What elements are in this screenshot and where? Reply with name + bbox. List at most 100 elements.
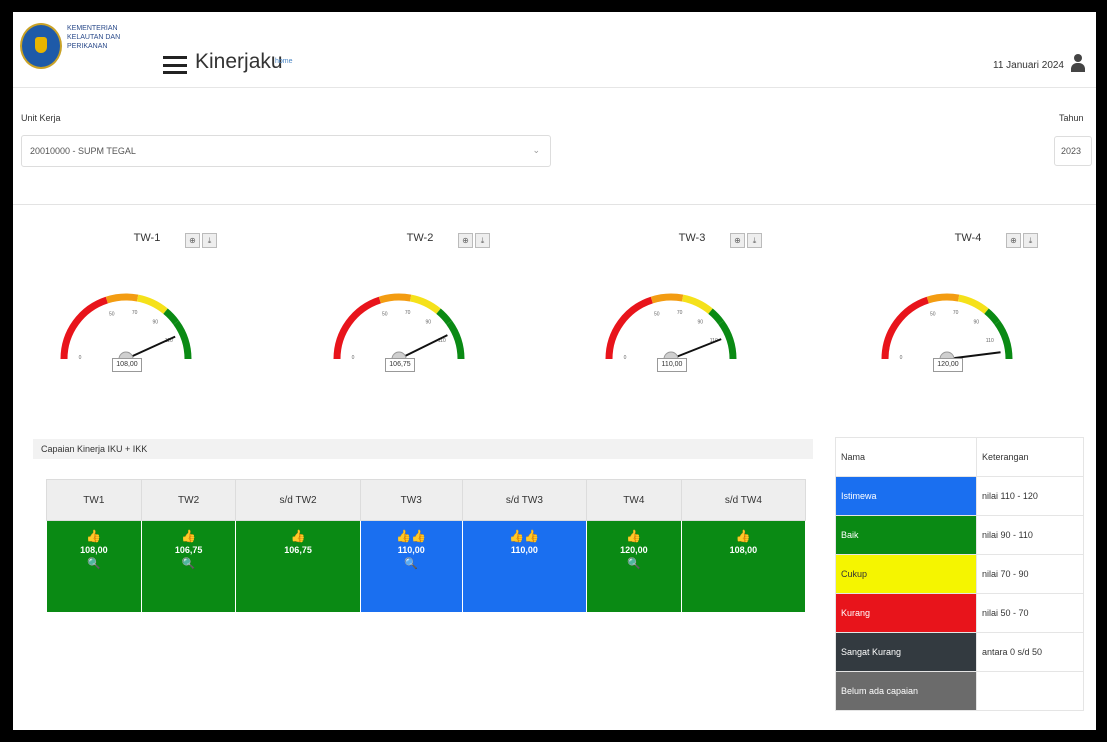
gauge-tools: ⊕ ⤓ (185, 233, 217, 248)
gauge-2: 0 50 70 90 110 TW-2 ⊕ ⤓ 106,75 (286, 227, 516, 397)
performance-cell[interactable]: 👍👍 110,00 🔍 (359, 520, 463, 613)
download-icon[interactable]: ⤓ (747, 233, 762, 248)
download-icon[interactable]: ⤓ (475, 233, 490, 248)
performance-cell[interactable]: 👍 108,00 (680, 520, 807, 613)
gauge-band-1 (378, 293, 412, 304)
cell-value: 108,00 (729, 545, 758, 555)
performance-cell[interactable]: 👍 106,75 🔍 (140, 520, 237, 613)
gauge-4: 0 50 70 90 110 TW-4 ⊕ ⤓ 120,00 (834, 227, 1064, 397)
gauge-tick-label: 50 (382, 311, 388, 317)
performance-cell[interactable]: 👍 120,00 🔍 (585, 520, 682, 613)
magnifier-icon[interactable]: 🔍 (48, 557, 140, 571)
legend-swatch-label: Belum ada capaian (835, 671, 977, 711)
legend-swatch-label: Istimewa (835, 476, 977, 516)
kkp-logo[interactable] (20, 23, 62, 69)
app-title: Kinerjaku (195, 50, 283, 73)
cell-value: 106,75 (284, 545, 312, 555)
gauge-tick-label: 70 (953, 310, 959, 316)
gauge-band-2 (409, 294, 441, 315)
legend-swatch-label: Baik (835, 515, 977, 555)
cell-value: 110,00 (397, 545, 425, 555)
gauge-tick-label: 90 (698, 320, 704, 326)
legend-row: Kurang nilai 50 - 70 (835, 593, 1084, 633)
gauge-tick-label: 50 (930, 311, 936, 317)
org-name: KEMENTERIAN KELAUTAN DAN PERIKANAN (67, 24, 159, 51)
column-header: TW4 (585, 479, 682, 521)
performance-cell[interactable]: 👍 108,00 🔍 (46, 520, 142, 613)
unit-kerja-select[interactable]: 20010000 - SUPM TEGAL ⌄ (21, 135, 551, 167)
gauge-needle (670, 338, 722, 360)
legend-description: nilai 90 - 110 (976, 515, 1084, 555)
legend-description: nilai 50 - 70 (976, 593, 1084, 633)
gauge-tools: ⊕ ⤓ (458, 233, 490, 248)
legend-description: nilai 70 - 90 (976, 554, 1084, 594)
gauge-tick-label: 90 (974, 320, 980, 326)
org-line-1: KEMENTERIAN (67, 25, 118, 32)
gauge-value: 106,75 (385, 358, 415, 372)
gauge-tools: ⊕ ⤓ (1006, 233, 1038, 248)
cell-value: 108,00 (80, 545, 108, 555)
gauge-1: 0 50 70 90 110 TW-1 ⊕ ⤓ 108,00 (13, 227, 243, 397)
legend-row: Belum ada capaian (835, 671, 1084, 711)
magnifier-icon[interactable]: 🔍 (362, 557, 461, 571)
zoom-icon[interactable]: ⊕ (185, 233, 200, 248)
gauge-title: TW-2 (406, 232, 434, 244)
tahun-label: Tahun (1059, 113, 1084, 123)
column-header: TW2 (140, 479, 237, 521)
gauge-title: TW-3 (678, 232, 706, 244)
gauge-title: TW-1 (133, 232, 161, 244)
zoom-icon[interactable]: ⊕ (1006, 233, 1021, 248)
download-icon[interactable]: ⤓ (202, 233, 217, 248)
legend-swatch-label: Kurang (835, 593, 977, 633)
cell-value: 120,00 (620, 545, 648, 555)
gauge-value: 110,00 (657, 358, 687, 372)
magnifier-icon[interactable]: 🔍 (143, 557, 235, 571)
gauge-band-1 (926, 293, 960, 304)
gauge-tick-label: 0 (900, 355, 903, 361)
gauge-band-4 (994, 320, 1013, 360)
user-icon[interactable] (1070, 54, 1086, 74)
gauge-band-2 (681, 294, 713, 315)
gauge-band-0 (60, 296, 109, 360)
thumbs-up-icon: 👍 (86, 529, 102, 543)
tahun-select[interactable]: 2023 (1054, 136, 1092, 166)
legend-description: antara 0 s/d 50 (976, 632, 1084, 672)
gauge-band-4 (446, 320, 465, 360)
column-header: TW3 (359, 479, 463, 521)
gauge-band-3 (708, 308, 724, 325)
unit-kerja-value: 20010000 - SUPM TEGAL (30, 146, 136, 156)
legend-description: nilai 110 - 120 (976, 476, 1084, 516)
legend-swatch-label: Cukup (835, 554, 977, 594)
magnifier-icon[interactable]: 🔍 (588, 557, 680, 571)
legend-row: Sangat Kurang antara 0 s/d 50 (835, 632, 1084, 672)
divider (13, 204, 1096, 205)
unit-kerja-label: Unit Kerja (21, 113, 61, 123)
gauge-band-4 (173, 320, 192, 360)
zoom-icon[interactable]: ⊕ (730, 233, 745, 248)
hamburger-icon[interactable] (163, 56, 187, 74)
column-header: TW1 (46, 479, 142, 521)
cell-value: 106,75 (174, 545, 203, 555)
gauge-band-3 (163, 308, 179, 325)
zoom-icon[interactable]: ⊕ (458, 233, 473, 248)
gauge-tick-label: 0 (352, 355, 355, 361)
download-icon[interactable]: ⤓ (1023, 233, 1038, 248)
performance-cell[interactable]: 👍 106,75 (235, 520, 361, 613)
top-navbar: KEMENTERIAN KELAUTAN DAN PERIKANAN Kiner… (13, 12, 1096, 88)
gauge-tick-label: 0 (79, 355, 82, 361)
gauge-3: 0507090110TW-3⊕⤓110,00 (558, 227, 788, 397)
gauge-band-1 (105, 293, 139, 304)
app-window: KEMENTERIAN KELAUTAN DAN PERIKANAN Kiner… (13, 12, 1096, 730)
column-header: s/d TW2 (235, 479, 361, 521)
gauge-band-3 (984, 308, 1000, 325)
breadcrumb-home[interactable]: home (275, 58, 293, 65)
performance-cell[interactable]: 👍👍 110,00 (461, 520, 587, 613)
gauge-tick-label: 70 (405, 310, 411, 316)
thumbs-up-icon: 👍 (626, 529, 642, 543)
table-row: 👍 108,00 🔍 👍 106,75 🔍 👍 106,75 👍👍 110,00 🔍 👍👍 110,00… (46, 520, 807, 613)
gauge-band-0 (333, 296, 382, 360)
gauge-tick-label: 110 (986, 338, 994, 344)
legend-table: Nama Keterangan Istimewa nilai 110 - 120 B… (835, 437, 1084, 711)
gauge-value: 108,00 (112, 358, 142, 372)
legend-header-row: Nama Keterangan (835, 437, 1084, 477)
